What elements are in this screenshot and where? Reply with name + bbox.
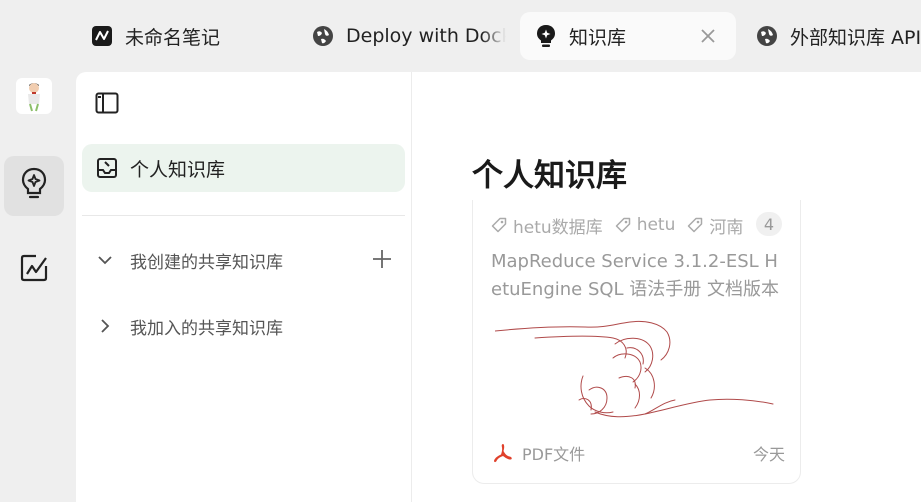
rail-knowledge-base-button[interactable] <box>4 156 64 216</box>
pdf-icon <box>493 443 513 463</box>
tag[interactable]: hetu数据库 <box>491 213 603 238</box>
file-type: PDF文件 <box>493 441 585 465</box>
tab-knowledge-base[interactable]: 知识库 <box>520 12 736 60</box>
tag-icon <box>687 217 703 233</box>
document-card[interactable]: hetu数据库 hetu 河南 4 MapReduce Service 3.1.… <box>472 200 801 484</box>
sidebar-group-created-shared[interactable]: 我创建的共享知识库 <box>94 245 283 275</box>
sidebar-item-personal-kb[interactable]: 个人知识库 <box>82 144 405 192</box>
sidebar-item-label: 个人知识库 <box>130 158 226 181</box>
globe-icon <box>755 24 779 48</box>
globe-icon <box>311 24 335 48</box>
tab-label: 未命名笔记 <box>125 26 221 49</box>
tab-deploy-with-docker[interactable]: Deploy with Docker <box>297 12 507 60</box>
tag-count-badge[interactable]: 4 <box>756 212 782 236</box>
card-footer: PDF文件 今天 <box>493 440 785 466</box>
tab-bar: 未命名笔记 Deploy with Docker 知识库 外部知识库 API <box>0 0 921 72</box>
file-type-label: PDF文件 <box>522 445 586 464</box>
sidebar-group-label: 我加入的共享知识库 <box>130 318 283 339</box>
tab-external-kb-api[interactable]: 外部知识库 API <box>741 12 921 60</box>
bulb-icon <box>534 24 558 48</box>
avatar[interactable] <box>16 78 52 114</box>
tag[interactable]: 河南 <box>687 213 749 238</box>
chevron-right-icon <box>94 315 116 337</box>
tab-untitled-note[interactable]: 未命名笔记 <box>76 12 286 60</box>
inbox-icon <box>96 157 118 179</box>
tag-list: hetu数据库 hetu 河南 <box>491 212 783 238</box>
tag-icon <box>491 217 507 233</box>
document-description: MapReduce Service 3.1.2-ESL HetuEngine S… <box>491 251 780 300</box>
main-content: 个人知识库 hetu数据库 hetu 河南 4 MapReduce Servic… <box>412 72 921 502</box>
sidebar-toggle-icon[interactable] <box>94 91 120 115</box>
add-shared-kb-button[interactable] <box>370 247 394 271</box>
document-date: 今天 <box>752 445 785 464</box>
note-icon <box>19 253 49 287</box>
tab-label: 外部知识库 API <box>790 26 921 49</box>
sidebar-group-label: 我创建的共享知识库 <box>130 252 283 273</box>
sidebar-group-joined-shared[interactable]: 我加入的共享知识库 <box>94 311 283 341</box>
bulb-icon <box>19 167 49 205</box>
close-icon[interactable] <box>696 24 720 48</box>
divider <box>82 215 405 216</box>
note-icon <box>90 24 114 48</box>
tab-label: Deploy with Docker <box>346 25 506 47</box>
page-title: 个人知识库 <box>472 158 627 194</box>
tag-icon <box>615 217 631 233</box>
tab-label: 知识库 <box>569 26 627 49</box>
chevron-down-icon <box>94 249 116 271</box>
app-rail <box>0 72 76 502</box>
kb-sidebar: 个人知识库 我创建的共享知识库 我加入的共享知识库 <box>76 72 412 502</box>
hands-illustration <box>494 318 777 418</box>
tag[interactable]: hetu <box>615 215 675 235</box>
rail-notes-button[interactable] <box>4 240 64 300</box>
